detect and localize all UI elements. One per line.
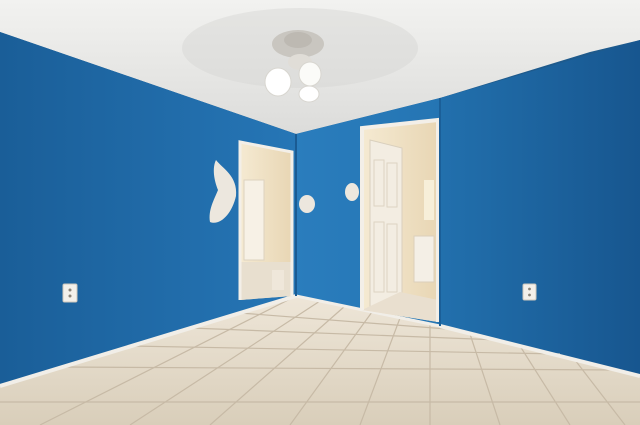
fan-light-bulb xyxy=(298,61,322,87)
room-illustration xyxy=(0,0,640,425)
room-photo xyxy=(0,0,640,425)
doorway-right xyxy=(360,117,440,322)
electrical-outlet-right xyxy=(522,283,537,301)
doorway-left xyxy=(238,140,294,300)
electrical-outlet-left xyxy=(62,283,78,303)
fan-light-bulb xyxy=(298,85,320,103)
right-wall xyxy=(440,40,640,376)
fan-light-bulb xyxy=(264,67,292,97)
